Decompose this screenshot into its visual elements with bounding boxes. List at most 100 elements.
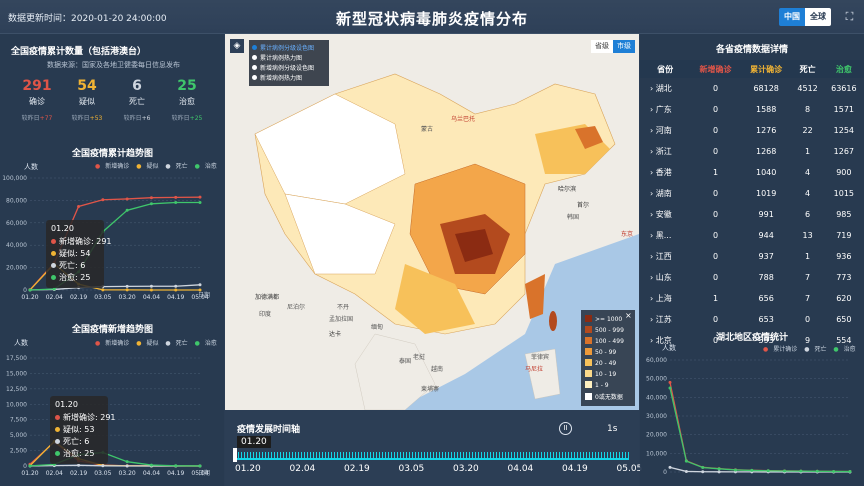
data-point[interactable] <box>149 463 153 467</box>
range-item[interactable]: 100 - 499 <box>585 337 635 348</box>
table-row[interactable]: › 黑... 0 944 13 719 <box>640 225 864 246</box>
table-row[interactable]: › 江西 0 937 1 936 <box>640 246 864 267</box>
data-point[interactable] <box>766 469 770 473</box>
table-header-cell[interactable]: 省份 <box>640 60 691 78</box>
series-line[interactable] <box>669 382 851 473</box>
data-point[interactable] <box>733 468 737 472</box>
data-point[interactable] <box>198 283 202 287</box>
data-point[interactable] <box>174 284 178 288</box>
timeline-tick-label[interactable]: 04.19 <box>562 464 588 474</box>
timeline-handle[interactable] <box>233 448 237 462</box>
data-point[interactable] <box>750 468 754 472</box>
data-point[interactable] <box>701 470 705 474</box>
hubei-chart[interactable]: 60,000 50,000 40,000 30,000 20,000 10,000 0 <box>640 354 864 484</box>
table-header-cell[interactable]: 治愈 <box>823 60 864 78</box>
data-point[interactable] <box>149 284 153 288</box>
data-point[interactable] <box>799 469 803 473</box>
data-point[interactable] <box>668 380 672 384</box>
data-point[interactable] <box>125 197 129 201</box>
range-item[interactable]: 10 - 19 <box>585 370 635 381</box>
fullscreen-icon[interactable]: ⛶ <box>843 10 856 23</box>
data-point[interactable] <box>668 465 672 469</box>
table-cell: › 浙江 <box>650 147 672 156</box>
series-line[interactable] <box>669 387 851 473</box>
table-row[interactable]: › 广东 0 1588 8 1571 <box>640 99 864 120</box>
china-button[interactable]: 中国 <box>779 8 805 26</box>
table-header-cell[interactable]: 累计确诊 <box>740 60 792 78</box>
data-point[interactable] <box>198 200 202 204</box>
close-icon[interactable]: × <box>625 311 632 320</box>
data-point[interactable] <box>815 469 819 473</box>
range-item[interactable]: 1 - 9 <box>585 381 635 392</box>
province-level-button[interactable]: 省级 <box>591 40 613 53</box>
data-point[interactable] <box>101 198 105 202</box>
data-point[interactable] <box>149 202 153 206</box>
data-point[interactable] <box>684 459 688 463</box>
pause-icon[interactable]: II <box>559 422 572 435</box>
timeline-tick-label[interactable]: 02.04 <box>290 464 316 474</box>
epidemic-map[interactable]: 累计病例分级设色图 累计病例热力图 新增病例分级设色图 新增病例热力图 ◈ 省级… <box>225 34 639 410</box>
city-level-button[interactable]: 市级 <box>613 40 635 53</box>
timeline-track[interactable] <box>235 452 629 460</box>
data-point[interactable] <box>77 463 81 467</box>
table-row[interactable]: › 浙江 0 1268 1 1267 <box>640 141 864 162</box>
layer-option[interactable]: 累计病例分级设色图 <box>252 43 326 53</box>
data-point[interactable] <box>77 204 81 208</box>
timeline-tick-label[interactable]: 05.05 <box>617 464 643 474</box>
data-point[interactable] <box>125 464 129 468</box>
table-row[interactable]: › 山东 0 788 7 773 <box>640 267 864 288</box>
data-point[interactable] <box>717 467 721 471</box>
data-point[interactable] <box>174 464 178 468</box>
data-point[interactable] <box>174 195 178 199</box>
table-header-cell[interactable]: 死亡 <box>791 60 824 78</box>
data-point[interactable] <box>701 466 705 470</box>
range-item[interactable]: 50 - 99 <box>585 348 635 359</box>
data-point[interactable] <box>125 284 129 288</box>
data-point[interactable] <box>125 288 129 292</box>
speed-label[interactable]: 1s <box>607 424 617 434</box>
data-point[interactable] <box>684 469 688 473</box>
table-row[interactable]: › 香港 1 1040 4 900 <box>640 162 864 183</box>
data-point[interactable] <box>832 469 836 473</box>
data-point[interactable] <box>28 464 32 468</box>
timeline-tick-label[interactable]: 03.05 <box>399 464 425 474</box>
data-point[interactable] <box>198 195 202 199</box>
data-point[interactable] <box>28 288 32 292</box>
data-point[interactable] <box>717 470 721 474</box>
data-point[interactable] <box>174 288 178 292</box>
table-row[interactable]: › 湖南 0 1019 4 1015 <box>640 183 864 204</box>
table-row[interactable]: › 江苏 0 653 0 650 <box>640 309 864 330</box>
data-point[interactable] <box>198 464 202 468</box>
y-tick-label: 60,000 <box>646 357 667 364</box>
layer-option[interactable]: 累计病例热力图 <box>252 53 326 63</box>
layer-option[interactable]: 新增病例热力图 <box>252 73 326 83</box>
data-point[interactable] <box>848 470 852 474</box>
map-canvas[interactable] <box>225 34 639 410</box>
table-header-cell[interactable]: 新增确诊 <box>690 60 741 78</box>
timeline-tick-label[interactable]: 01.20 <box>235 464 261 474</box>
table-row[interactable]: › 河南 0 1276 22 1254 <box>640 120 864 141</box>
timeline-tick-label[interactable]: 04.04 <box>508 464 534 474</box>
data-point[interactable] <box>125 460 129 464</box>
timeline-tick-label[interactable]: 03.20 <box>453 464 479 474</box>
table-row[interactable]: › 上海 1 656 7 620 <box>640 288 864 309</box>
tooltip-row: 治愈: 25 <box>51 272 99 284</box>
table-row[interactable]: › 安徽 0 991 6 985 <box>640 204 864 225</box>
data-point[interactable] <box>149 196 153 200</box>
data-point[interactable] <box>174 201 178 205</box>
data-point[interactable] <box>668 386 672 390</box>
data-point[interactable] <box>783 469 787 473</box>
timeline-tick-label[interactable]: 02.19 <box>344 464 370 474</box>
layers-icon[interactable]: ◈ <box>230 39 244 53</box>
table-row[interactable]: › 湖北 0 68128 4512 63616 <box>640 78 864 99</box>
range-item[interactable]: 500 - 999 <box>585 326 635 337</box>
range-item[interactable]: 20 - 49 <box>585 359 635 370</box>
data-point[interactable] <box>101 288 105 292</box>
range-item[interactable]: 0或无数据 <box>585 392 635 403</box>
data-point[interactable] <box>101 464 105 468</box>
trend1-chart[interactable]: 100,00080,00060,00040,00020,000001.20 02.… <box>0 170 224 310</box>
data-point[interactable] <box>149 288 153 292</box>
global-button[interactable]: 全球 <box>805 8 831 26</box>
data-point[interactable] <box>125 208 129 212</box>
layer-option[interactable]: 新增病例分级设色图 <box>252 63 326 73</box>
